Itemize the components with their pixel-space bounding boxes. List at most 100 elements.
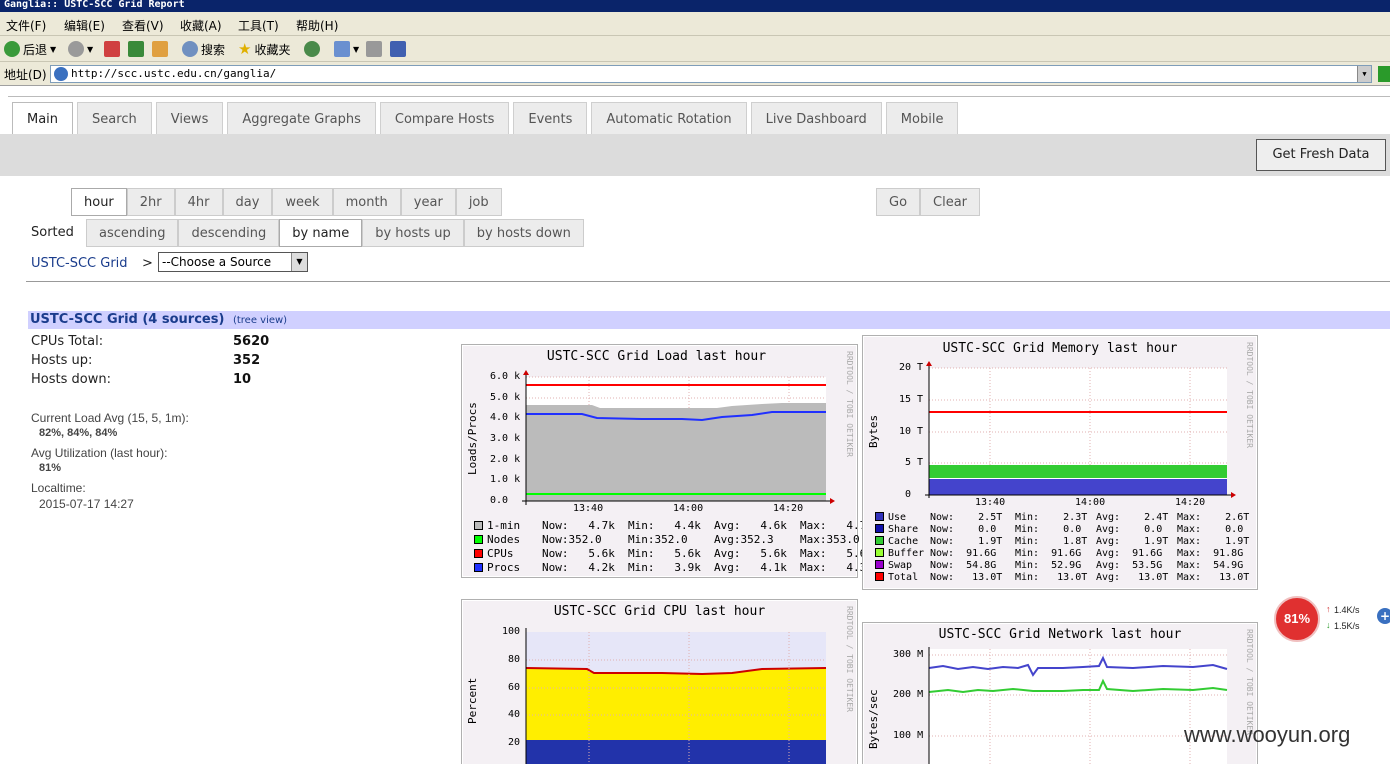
sort-by-hosts-down[interactable]: by hosts down (463, 219, 584, 247)
menu-file[interactable]: 文件(F) (6, 17, 46, 34)
get-fresh-data-button[interactable]: Get Fresh Data (1256, 139, 1386, 171)
tab-events[interactable]: Events (513, 102, 588, 134)
watermark: www.wooyun.org (1184, 722, 1351, 747)
legend-avg: Avg:352.3 (714, 533, 774, 546)
legend-now: Now: 1.9T (930, 536, 1003, 547)
go-clear-buttons: Go Clear (876, 188, 981, 216)
memory-xtick: 14:00 (1075, 497, 1106, 508)
go-button[interactable]: Go (876, 188, 921, 216)
legend-min: Min: 91.6G (1015, 548, 1082, 559)
tab-views[interactable]: Views (155, 102, 224, 134)
home-button[interactable] (152, 40, 168, 58)
legend-max: Max: 1.9T (1177, 536, 1250, 547)
network-ytick: 200 M (893, 689, 924, 700)
range-day[interactable]: day (222, 188, 273, 216)
legend-swatch (474, 563, 483, 572)
load-ytick: 5.0 k (490, 392, 521, 403)
stop-button[interactable] (104, 40, 120, 58)
memory-xtick: 13:40 (975, 497, 1006, 508)
sort-by-hosts-up[interactable]: by hosts up (362, 219, 464, 247)
range-week[interactable]: week (272, 188, 333, 216)
load-ytick: 1.0 k (490, 474, 521, 485)
menu-edit[interactable]: 编辑(E) (64, 17, 105, 34)
tab-mobile[interactable]: Mobile (885, 102, 959, 134)
tab-compare-hosts[interactable]: Compare Hosts (379, 102, 510, 134)
sort-ascending[interactable]: ascending (86, 219, 179, 247)
sort-by-name[interactable]: by name (279, 219, 363, 247)
legend-swatch (474, 535, 483, 544)
legend-name: Procs (487, 561, 521, 574)
forward-button[interactable]: ▼ (68, 40, 93, 58)
range-month[interactable]: month (332, 188, 401, 216)
tab-search[interactable]: Search (77, 102, 152, 134)
legend-max: Max: 13.0T (1177, 572, 1250, 583)
range-year[interactable]: year (400, 188, 456, 216)
tab-automatic-rotation[interactable]: Automatic Rotation (591, 102, 747, 134)
load-avg-label: Current Load Avg (15, 5, 1m): (31, 411, 189, 425)
ganglia-page: Main Search Views Aggregate Graphs Compa… (0, 86, 1390, 764)
network-speed-widget[interactable]: 81% ↑ 1.4K/s ↓ 1.5K/s + (1274, 596, 1390, 642)
dropdown-arrow-icon: ▼ (50, 44, 57, 54)
history-icon (304, 41, 320, 57)
top-divider (8, 96, 1390, 97)
refresh-button[interactable] (128, 40, 144, 58)
sort-descending[interactable]: descending (178, 219, 280, 247)
legend-avg: Avg: 1.9T (1096, 536, 1169, 547)
legend-swatch (875, 548, 884, 557)
plus-icon[interactable]: + (1377, 608, 1390, 624)
history-button[interactable] (304, 40, 320, 58)
edit-button[interactable] (390, 40, 406, 58)
menu-bar: 文件(F) 编辑(E) 查看(V) 收藏(A) 工具(T) 帮助(H) (0, 12, 1390, 36)
back-button[interactable]: 后退 ▼ (4, 40, 56, 58)
mail-button[interactable]: ▼ (334, 40, 359, 58)
legend-max: Max: 4.7 (800, 519, 867, 532)
legend-now: Now: 2.5T (930, 512, 1003, 523)
legend-min: Min: 13.0T (1015, 572, 1088, 583)
range-hour[interactable]: hour (71, 188, 127, 216)
cpu-ytick: 60 (508, 682, 521, 693)
tab-aggregate-graphs[interactable]: Aggregate Graphs (227, 102, 376, 134)
tab-main[interactable]: Main (12, 102, 74, 134)
range-2hr[interactable]: 2hr (126, 188, 175, 216)
load-graph[interactable]: USTC-SCC Grid Load last hour Loads/Procs… (461, 344, 866, 578)
util-label: Avg Utilization (last hour): (31, 446, 168, 460)
load-legend-row: Procs (474, 561, 520, 574)
tab-live-dashboard[interactable]: Live Dashboard (750, 102, 882, 134)
cpu-graph[interactable]: USTC-SCC Grid CPU last hour Percent RRDT… (461, 599, 858, 764)
print-button[interactable] (366, 40, 382, 58)
back-arrow-icon (4, 41, 20, 57)
menu-tools[interactable]: 工具(T) (238, 17, 279, 34)
legend-swatch (875, 524, 884, 533)
range-job[interactable]: job (455, 188, 502, 216)
favorites-button[interactable]: ★ 收藏夹 (238, 40, 290, 58)
network-ytick: 300 M (893, 649, 924, 660)
mail-icon (334, 41, 350, 57)
legend-max: Max: 54.9G (1177, 560, 1244, 571)
memory-graph[interactable]: USTC-SCC Grid Memory last hour Bytes RRD… (862, 335, 1258, 590)
dropdown-arrow-icon: ▼ (353, 44, 360, 54)
window-title: Ganglia:: USTC-SCC Grid Report (0, 0, 1390, 12)
load-xtick: 13:40 (573, 503, 604, 514)
hosts-up-value: 352 (233, 353, 261, 368)
menu-favorites[interactable]: 收藏(A) (180, 17, 222, 34)
legend-name: 1-min (487, 519, 521, 532)
source-select[interactable]: --Choose a Source ▼ (158, 252, 308, 272)
legend-avg: Avg: 5.6k (714, 547, 787, 560)
load-ytick: 2.0 k (490, 454, 521, 465)
menu-view[interactable]: 查看(V) (122, 17, 164, 34)
menu-help[interactable]: 帮助(H) (296, 17, 338, 34)
clear-button[interactable]: Clear (920, 188, 981, 216)
legend-now: Now: 5.6k (542, 547, 615, 560)
breadcrumb-grid-link[interactable]: USTC-SCC Grid (31, 256, 128, 271)
legend-now: Now: 0.0 (930, 524, 997, 535)
tree-view-link[interactable]: (tree view) (233, 315, 287, 326)
search-button[interactable]: 搜索 (182, 40, 225, 58)
go-arrow-icon[interactable] (1378, 66, 1390, 82)
address-dropdown-icon[interactable]: ▼ (1357, 66, 1371, 82)
section-divider (26, 281, 1390, 282)
legend-max: Max: 5.6 (800, 547, 867, 560)
address-input[interactable]: http://scc.ustc.edu.cn/ganglia/ ▼ (50, 65, 1372, 83)
range-4hr[interactable]: 4hr (174, 188, 223, 216)
net-usage-percent: 81% (1274, 596, 1320, 642)
legend-max: Max: 2.6T (1177, 512, 1250, 523)
